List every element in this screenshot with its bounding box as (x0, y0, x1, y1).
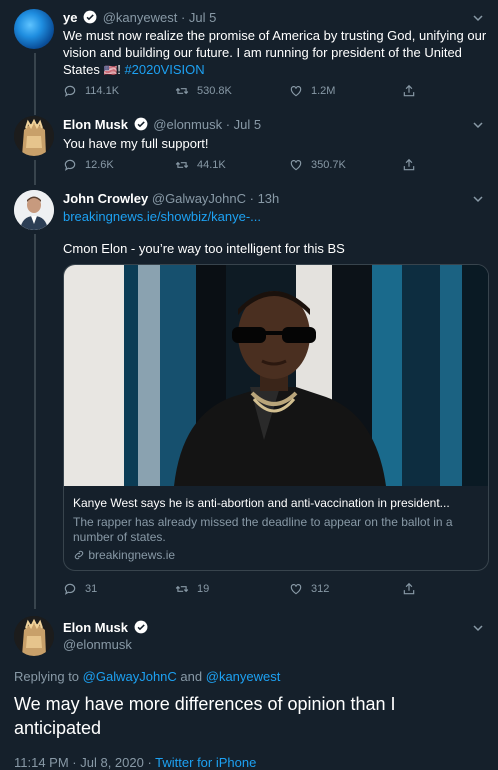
tweet-header-musk-focused: Elon Musk (63, 620, 150, 635)
display-name[interactable]: ye (63, 10, 77, 25)
tweet-text-line: We may have more differences of opinion … (14, 694, 396, 714)
thread-line (34, 234, 36, 609)
thread-line (34, 160, 36, 185)
avatar-image (14, 616, 54, 656)
card-title: Kanye West says he is anti-abortion and … (73, 496, 450, 510)
tweet-text-line: States 🇺🇸! #2020VISION (63, 61, 488, 80)
avatar-elonmusk[interactable] (14, 616, 54, 656)
replying-and: and (180, 669, 203, 684)
thread-line (34, 53, 36, 115)
card-domain-text: breakingnews.ie (88, 548, 176, 562)
verified-badge-icon (134, 620, 148, 634)
share-icon (403, 582, 415, 595)
tweet-text-line: anticipated (14, 718, 102, 738)
chevron-down-icon[interactable] (472, 193, 484, 205)
retweet-icon (175, 161, 189, 169)
like-count: 312 (311, 583, 330, 595)
handle[interactable]: @elonmusk (153, 117, 222, 132)
reply-button[interactable]: 31 (63, 582, 97, 596)
mention-link[interactable]: @GalwayJohnC (83, 669, 177, 684)
tweet-text-line: We must now realize the promise of Ameri… (63, 28, 487, 43)
like-button[interactable]: 350.7K (289, 158, 346, 172)
chevron-down-icon[interactable] (472, 119, 484, 131)
card-domain: breakingnews.ie (73, 548, 175, 562)
text-fragment: States (63, 62, 100, 77)
reply-count: 114.1K (85, 85, 120, 97)
like-button[interactable]: 312 (289, 582, 329, 596)
reply-count: 31 (85, 583, 98, 595)
tweet-header-crowley: John Crowley @GalwayJohnC · 13h (63, 191, 279, 206)
heart-icon (290, 86, 302, 97)
avatar-ye[interactable] (14, 9, 54, 49)
text-fragment: ! (117, 62, 121, 77)
reply-count: 12.6K (85, 159, 114, 171)
retweet-button[interactable]: 530.8K (175, 84, 232, 98)
share-button[interactable] (402, 158, 416, 172)
tweet-url-link[interactable]: breakingnews.ie/showbiz/kanye-... (63, 208, 261, 225)
retweet-count: 19 (197, 583, 210, 595)
share-button[interactable] (402, 582, 416, 596)
handle[interactable]: @kanyewest (103, 10, 178, 25)
retweet-icon (175, 87, 189, 95)
replying-to: Replying to @GalwayJohnC and @kanyewest (14, 669, 280, 684)
display-name[interactable]: Elon Musk (63, 117, 128, 132)
card-image (64, 265, 488, 486)
tweet-header-musk: Elon Musk @elonmusk · Jul 5 (63, 117, 261, 132)
tweet-text-line: vision and building our future. I am run… (63, 45, 462, 60)
verified-badge-icon (134, 117, 148, 131)
display-name[interactable]: Elon Musk (63, 620, 128, 635)
tweet-date[interactable]: · 13h (250, 191, 280, 206)
mention-link[interactable]: @kanyewest (206, 669, 281, 684)
card-description: The rapper has already missed the deadli… (73, 515, 453, 544)
tweet-text-focused: We may have more differences of opinion … (14, 692, 396, 740)
retweet-icon (175, 585, 189, 593)
share-button[interactable] (402, 84, 416, 98)
reply-button[interactable]: 12.6K (63, 158, 114, 172)
retweet-count: 44.1K (197, 159, 226, 171)
avatar-galwayjohnc[interactable] (14, 190, 54, 230)
tweet-text-ye: We must now realize the promise of Ameri… (63, 27, 488, 80)
tweet-date[interactable]: · Jul 5 (181, 10, 216, 25)
handle[interactable]: @elonmusk (63, 637, 132, 652)
reply-button[interactable]: 114.1K (63, 84, 119, 98)
link-icon (74, 550, 84, 560)
chevron-down-icon[interactable] (472, 622, 484, 634)
display-name[interactable]: John Crowley (63, 191, 148, 206)
like-count: 1.2M (311, 85, 336, 97)
card-photo (64, 265, 488, 486)
tweet-text-musk: You have my full support! (63, 136, 209, 151)
tweet-timestamp: 11:14 PM · Jul 8, 2020 · Twitter for iPh… (14, 755, 256, 770)
source-link[interactable]: Twitter for iPhone (155, 755, 256, 770)
flag-emoji: 🇺🇸 (103, 65, 118, 77)
avatar-image (14, 190, 54, 230)
heart-icon (290, 584, 302, 595)
like-count: 350.7K (311, 159, 346, 171)
handle[interactable]: @GalwayJohnC (152, 191, 246, 206)
reply-icon (64, 159, 76, 171)
share-icon (403, 158, 415, 171)
reply-icon (64, 85, 76, 97)
tweet-header-ye: ye @kanyewest · Jul 5 (63, 10, 216, 25)
chevron-down-icon[interactable] (472, 12, 484, 24)
replying-prefix: Replying to (14, 669, 80, 684)
tweet-text-crowley: Cmon Elon - you’re way too intelligent f… (63, 241, 345, 256)
tweet-date[interactable]: · Jul 5 (226, 117, 261, 132)
like-button[interactable]: 1.2M (289, 84, 335, 98)
retweet-button[interactable]: 19 (175, 582, 209, 596)
avatar-elonmusk[interactable] (14, 116, 54, 156)
link-preview-card[interactable]: Kanye West says he is anti-abortion and … (63, 264, 489, 571)
avatar-image (14, 116, 54, 156)
timestamp[interactable]: 11:14 PM · Jul 8, 2020 · (14, 755, 152, 770)
hashtag-link[interactable]: #2020VISION (124, 62, 204, 77)
card-meta: Kanye West says he is anti-abortion and … (64, 486, 488, 570)
verified-badge-icon (83, 10, 97, 24)
reply-icon (64, 583, 76, 595)
retweet-button[interactable]: 44.1K (175, 158, 226, 172)
share-icon (403, 84, 415, 97)
retweet-count: 530.8K (197, 85, 232, 97)
heart-icon (290, 160, 302, 171)
